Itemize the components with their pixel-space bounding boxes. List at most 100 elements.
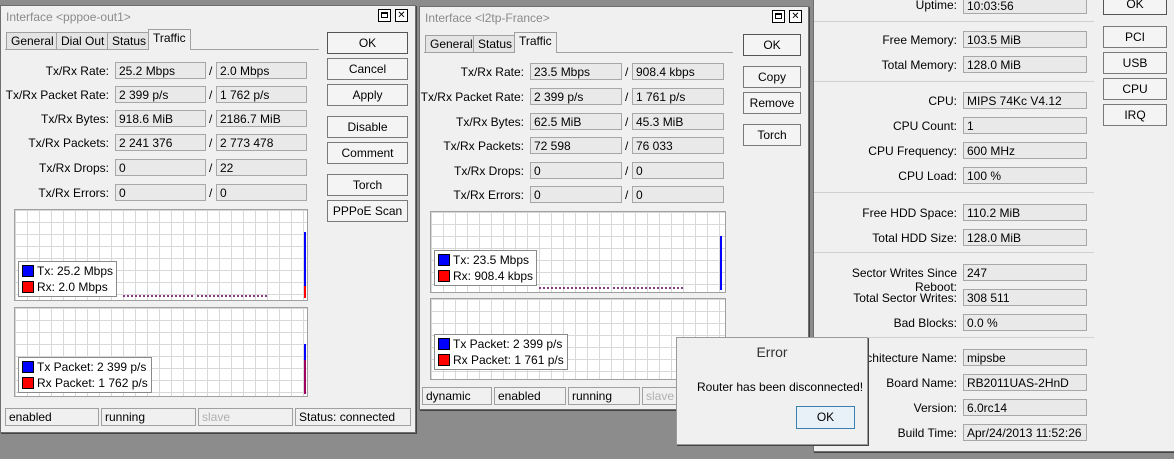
tx-drops-value: 0 bbox=[115, 159, 206, 176]
board-name-value: RB2011UAS-2HnD bbox=[963, 374, 1087, 391]
packet-legend: Tx Packet: 2 399 p/s Rx Packet: 1 761 p/… bbox=[434, 334, 568, 370]
rx-packet-rate-value: 1 762 p/s bbox=[216, 86, 307, 103]
cpu-frequency-value: 600 MHz bbox=[963, 142, 1087, 159]
traffic-rate-graph: Tx: 23.5 Mbps Rx: 908.4 kbps bbox=[430, 211, 726, 293]
legend-rx-packet: Rx Packet: 1 761 p/s bbox=[453, 353, 564, 367]
tx-rx-packets-label: Tx/Rx Packets: bbox=[28, 136, 109, 150]
tx-errors-value: 0 bbox=[530, 186, 622, 203]
tab-status[interactable]: Status bbox=[107, 32, 152, 49]
tx-rx-packet-rate-label: Tx/Rx Packet Rate: bbox=[5, 88, 109, 102]
remove-button[interactable]: Remove bbox=[743, 92, 801, 114]
copy-button[interactable]: Copy bbox=[743, 66, 801, 88]
tab-traffic[interactable]: Traffic bbox=[514, 32, 557, 53]
rx-bytes-value: 45.3 MiB bbox=[632, 113, 724, 130]
interface-pppoe-window: Interface <pppoe-out1> ✕ General Dial Ou… bbox=[0, 5, 416, 433]
tx-swatch bbox=[22, 265, 34, 277]
tab-general[interactable]: General bbox=[6, 32, 59, 49]
maximize-icon[interactable] bbox=[772, 10, 785, 23]
total-sector-writes-label: Total Sector Writes: bbox=[853, 291, 957, 305]
tab-traffic[interactable]: Traffic bbox=[148, 29, 191, 50]
legend-rx-rate: Rx: 908.4 kbps bbox=[453, 269, 534, 283]
total-memory-value: 128.0 MiB bbox=[963, 56, 1087, 73]
legend-rx-rate: Rx: 2.0 Mbps bbox=[37, 280, 108, 294]
torch-button[interactable]: Torch bbox=[327, 174, 408, 196]
rx-packet-rate-value: 1 761 p/s bbox=[632, 88, 724, 105]
tab-status[interactable]: Status bbox=[473, 35, 518, 52]
legend-tx-packet: Tx Packet: 2 399 p/s bbox=[453, 337, 563, 351]
tx-rx-errors-label: Tx/Rx Errors: bbox=[453, 188, 524, 202]
maximize-icon[interactable] bbox=[378, 9, 391, 22]
rx-swatch bbox=[22, 281, 34, 293]
total-memory-label: Total Memory: bbox=[881, 58, 957, 72]
status-connection: Status: connected bbox=[295, 408, 411, 426]
tx-rx-bytes-label: Tx/Rx Bytes: bbox=[455, 115, 524, 129]
tx-rate-value: 23.5 Mbps bbox=[530, 63, 622, 80]
rate-legend: Tx: 25.2 Mbps Rx: 2.0 Mbps bbox=[18, 261, 118, 297]
free-memory-value: 103.5 MiB bbox=[963, 31, 1087, 48]
tx-packet-rate-value: 2 399 p/s bbox=[530, 88, 622, 105]
apply-button[interactable]: Apply bbox=[327, 84, 408, 106]
free-hdd-value: 110.2 MiB bbox=[963, 204, 1087, 221]
tx-rx-errors-label: Tx/Rx Errors: bbox=[38, 186, 109, 200]
sector-writes-reboot-label: Sector Writes Since Reboot: bbox=[851, 266, 957, 294]
uptime-value: 10:03:56 bbox=[963, 0, 1087, 14]
total-sector-writes-value: 308 511 bbox=[963, 289, 1087, 306]
rx-rate-value: 2.0 Mbps bbox=[216, 62, 307, 79]
packet-legend: Tx Packet: 2 399 p/s Rx Packet: 1 762 p/… bbox=[18, 357, 152, 393]
error-message: Router has been disconnected! bbox=[697, 380, 864, 394]
window-title: Interface <l2tp-France> bbox=[425, 11, 550, 25]
pci-button[interactable]: PCI bbox=[1103, 26, 1167, 48]
rx-packets-value: 76 033 bbox=[632, 137, 724, 154]
legend-tx-rate: Tx: 25.2 Mbps bbox=[37, 264, 114, 278]
error-ok-button[interactable]: OK bbox=[796, 406, 855, 429]
status-dynamic: dynamic bbox=[422, 387, 492, 405]
tx-errors-value: 0 bbox=[115, 184, 206, 201]
disable-button[interactable]: Disable bbox=[327, 116, 408, 138]
legend-tx-rate: Tx: 23.5 Mbps bbox=[453, 253, 530, 267]
rx-packets-value: 2 773 478 bbox=[216, 134, 307, 151]
close-icon[interactable]: ✕ bbox=[789, 10, 802, 23]
tab-general[interactable]: General bbox=[425, 35, 478, 52]
cpu-value: MIPS 74Kc V4.12 bbox=[963, 92, 1087, 109]
tx-packets-value: 2 241 376 bbox=[115, 134, 206, 151]
tx-rate-value: 25.2 Mbps bbox=[115, 62, 206, 79]
ok-button[interactable]: OK bbox=[327, 32, 408, 54]
rate-legend: Tx: 23.5 Mbps Rx: 908.4 kbps bbox=[434, 250, 538, 286]
irq-button[interactable]: IRQ bbox=[1103, 104, 1167, 126]
bad-blocks-value: 0.0 % bbox=[963, 314, 1087, 331]
free-memory-label: Free Memory: bbox=[882, 33, 957, 47]
tab-dial-out[interactable]: Dial Out bbox=[56, 32, 110, 49]
error-title: Error bbox=[756, 344, 788, 360]
version-value: 6.0rc14 bbox=[963, 399, 1087, 416]
title-bar[interactable]: Interface <l2tp-France> ✕ bbox=[420, 7, 808, 27]
resources-ok-button[interactable]: OK bbox=[1103, 0, 1167, 15]
traffic-packet-graph: Tx Packet: 2 399 p/s Rx Packet: 1 762 p/… bbox=[14, 307, 308, 397]
status-enabled: enabled bbox=[5, 408, 99, 426]
close-icon[interactable]: ✕ bbox=[395, 9, 408, 22]
torch-button[interactable]: Torch bbox=[743, 124, 801, 146]
pppoe-scan-button[interactable]: PPPoE Scan bbox=[327, 200, 408, 222]
rx-rate-value: 908.4 kbps bbox=[632, 63, 724, 80]
cancel-button[interactable]: Cancel bbox=[327, 58, 408, 80]
ok-button[interactable]: OK bbox=[743, 34, 801, 56]
tx-rx-drops-label: Tx/Rx Drops: bbox=[38, 161, 109, 175]
tx-bytes-value: 62.5 MiB bbox=[530, 113, 622, 130]
cpu-count-value: 1 bbox=[963, 117, 1087, 134]
window-title: Interface <pppoe-out1> bbox=[6, 10, 131, 24]
rx-drops-value: 0 bbox=[632, 162, 724, 179]
tx-rx-rate-label: Tx/Rx Rate: bbox=[45, 64, 109, 78]
legend-rx-packet: Rx Packet: 1 762 p/s bbox=[37, 376, 148, 390]
tx-rx-rate-label: Tx/Rx Rate: bbox=[460, 65, 524, 79]
rx-errors-value: 0 bbox=[632, 186, 724, 203]
usb-button[interactable]: USB bbox=[1103, 52, 1167, 74]
uptime-label: Uptime: bbox=[915, 0, 957, 12]
error-dialog: Error Router has been disconnected! OK bbox=[676, 337, 868, 445]
cpu-load-value: 100 % bbox=[963, 167, 1087, 184]
comment-button[interactable]: Comment bbox=[327, 142, 408, 164]
bad-blocks-label: Bad Blocks: bbox=[893, 316, 957, 330]
cpu-button[interactable]: CPU bbox=[1103, 78, 1167, 100]
total-hdd-value: 128.0 MiB bbox=[963, 229, 1087, 246]
title-bar[interactable]: Interface <pppoe-out1> ✕ bbox=[1, 6, 415, 26]
tx-packets-value: 72 598 bbox=[530, 137, 622, 154]
cpu-label: CPU: bbox=[928, 94, 957, 108]
